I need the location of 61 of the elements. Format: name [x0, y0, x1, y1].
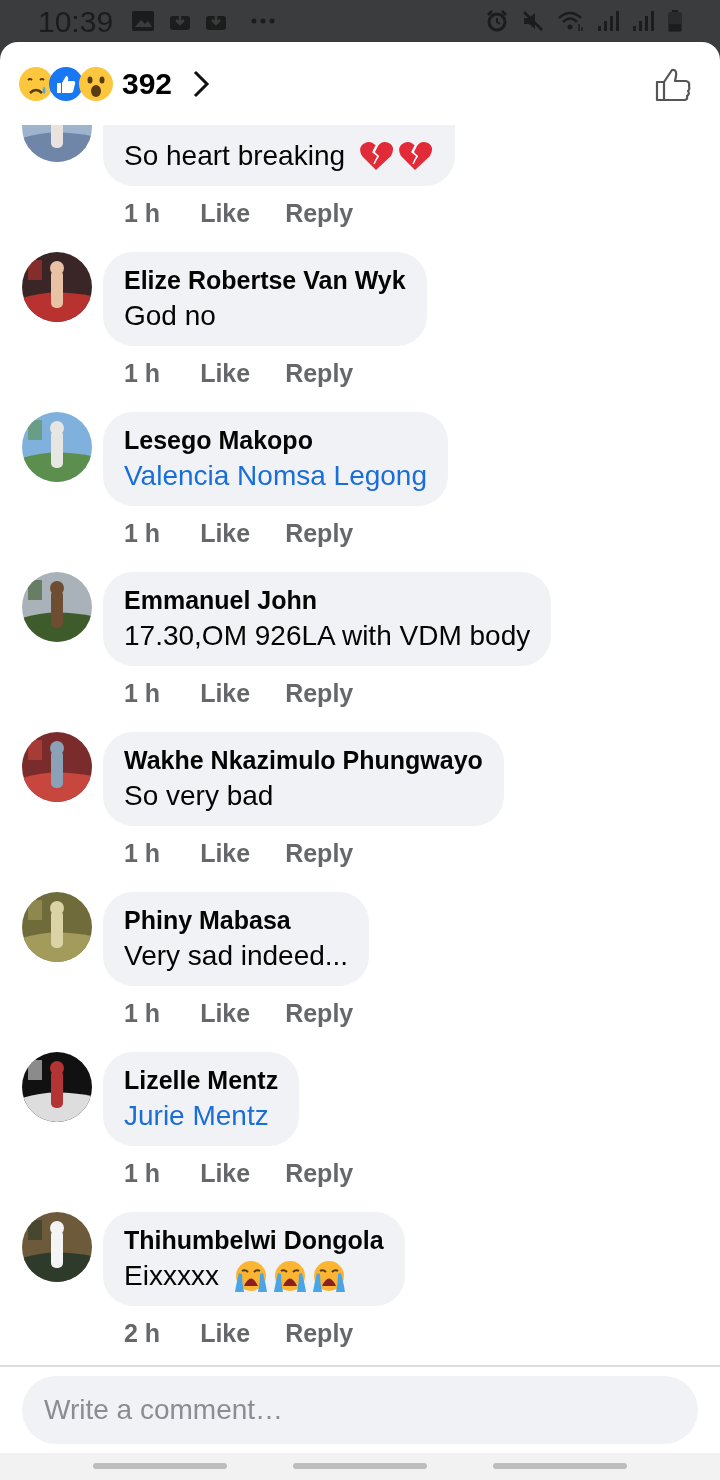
signal-icon [598, 11, 619, 31]
wow-reaction-icon [78, 65, 114, 102]
broken-heart-icon [359, 139, 396, 173]
commenter-name[interactable]: Lesego Makopo [124, 425, 313, 455]
reply-link[interactable]: Reply [285, 676, 354, 710]
crying-face-icon [271, 1259, 308, 1293]
like-link[interactable]: Like [200, 676, 251, 710]
commenter-name[interactable]: Lizelle Mentz [124, 1065, 279, 1095]
like-link[interactable]: Like [200, 836, 251, 870]
nav-handle[interactable] [293, 1463, 427, 1469]
comment-time: 2 h [124, 1318, 161, 1349]
like-reaction-icon [48, 65, 84, 102]
reply-link[interactable]: Reply [285, 196, 354, 230]
like-link[interactable]: Like [200, 356, 251, 390]
more-icon [251, 17, 276, 25]
comment-text: So heart breaking [124, 139, 346, 173]
reply-link[interactable]: Reply [285, 996, 354, 1030]
broken-heart-icon [398, 139, 435, 173]
comment-time: 1 h [124, 678, 161, 709]
like-link[interactable]: Like [200, 1316, 251, 1350]
reply-link[interactable]: Reply [285, 1316, 354, 1350]
commenter-name[interactable]: Emmanuel John [124, 585, 318, 615]
comment-text: 17.30,OM 926LA with VDM body [124, 619, 531, 653]
comment-time: 1 h [124, 1158, 161, 1189]
reaction-count[interactable]: 392 [122, 61, 173, 106]
crying-face-icon [310, 1259, 347, 1293]
comment-text: Eixxxxx [124, 1259, 219, 1293]
comment-time: 1 h [124, 518, 161, 549]
commenter-name[interactable]: Thihumbelwi Dongola [124, 1225, 384, 1255]
wifi-icon [558, 10, 584, 32]
comment-time: 1 h [124, 198, 161, 229]
sad-reaction-icon [18, 65, 54, 102]
commenter-name[interactable]: Wakhe Nkazimulo Phungwayo [124, 745, 483, 775]
commenter-name[interactable]: Phiny Mabasa [124, 905, 291, 935]
comment-text: So very bad [124, 779, 274, 813]
chevron-right-icon[interactable] [192, 68, 211, 99]
reply-link[interactable]: Reply [285, 516, 354, 550]
battery-icon [668, 10, 682, 32]
like-link[interactable]: Like [200, 996, 251, 1030]
like-link[interactable]: Like [200, 516, 251, 550]
mention-link[interactable]: Valencia Nomsa Legong [124, 458, 427, 494]
like-link[interactable]: Like [200, 1156, 251, 1190]
commenter-name[interactable]: Elize Robertse Van Wyk [124, 265, 406, 295]
signal-icon [633, 11, 654, 31]
crying-face-icon [232, 1259, 269, 1293]
reply-link[interactable]: Reply [285, 356, 354, 390]
reply-link[interactable]: Reply [285, 1156, 354, 1190]
mention-link[interactable]: Jurie Mentz [124, 1098, 269, 1134]
comment-time: 1 h [124, 998, 161, 1029]
comment-time: 1 h [124, 358, 161, 389]
nav-handle[interactable] [93, 1463, 227, 1469]
comment-time: 1 h [124, 838, 161, 869]
comment-input-field[interactable]: Write a comment… [22, 1376, 698, 1444]
nav-handle[interactable] [493, 1463, 627, 1469]
like-link[interactable]: Like [200, 196, 251, 230]
alarm-icon [486, 10, 508, 32]
comment-text: God no [124, 299, 216, 333]
mute-icon [522, 10, 544, 32]
comment-text: Very sad indeed... [124, 939, 349, 973]
reply-link[interactable]: Reply [285, 836, 354, 870]
image-icon [131, 10, 156, 32]
